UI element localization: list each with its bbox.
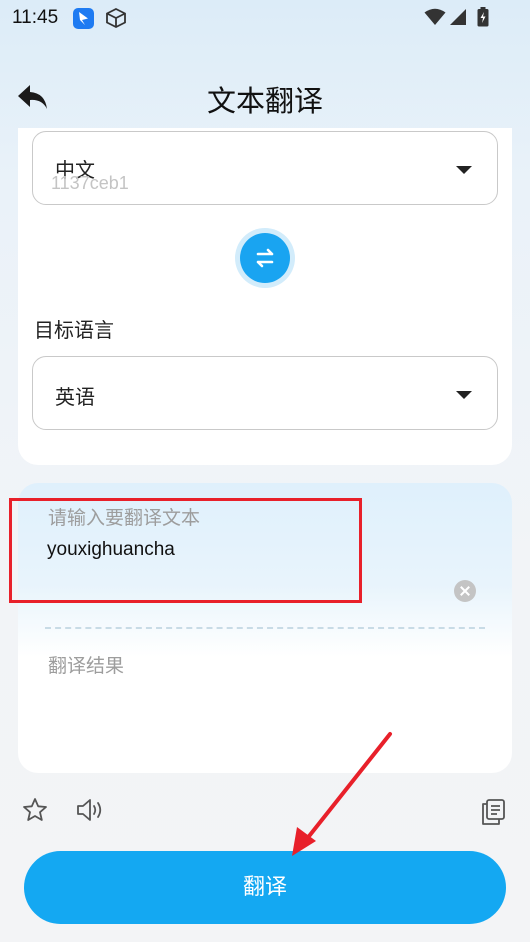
wifi-icon xyxy=(424,8,446,30)
target-language-label: 目标语言 xyxy=(34,318,114,342)
clear-input-button[interactable] xyxy=(454,580,476,602)
translation-panel: 请输入要翻译文本 youxighuancha 翻译结果 xyxy=(18,483,512,773)
translate-button[interactable]: 翻译 xyxy=(24,851,506,924)
language-panel: 中文 1137ceb1 目标语言 英语 xyxy=(18,128,512,465)
box-icon xyxy=(105,7,127,33)
page-title: 文本翻译 xyxy=(206,84,323,118)
status-time: 11:45 xyxy=(12,7,59,28)
source-language-select[interactable]: 中文 1137ceb1 xyxy=(32,131,498,205)
target-language-select[interactable]: 英语 xyxy=(32,356,498,430)
copy-icon[interactable] xyxy=(480,798,506,830)
translation-result: 翻译结果 xyxy=(48,655,125,677)
chevron-down-icon xyxy=(456,166,472,174)
target-language-value: 英语 xyxy=(55,385,95,409)
signal-icon xyxy=(449,8,467,30)
star-icon[interactable] xyxy=(22,797,48,827)
back-arrow-icon[interactable] xyxy=(16,80,50,114)
speaker-icon[interactable] xyxy=(76,797,106,827)
swap-arrows-icon xyxy=(240,233,290,283)
swap-language-button[interactable] xyxy=(235,228,295,288)
watermark-text: 1137ceb1 xyxy=(51,173,129,193)
chevron-down-icon xyxy=(456,391,472,399)
app-notification-icon xyxy=(73,8,94,29)
battery-icon xyxy=(477,7,489,31)
divider xyxy=(45,627,485,629)
status-bar: 11:45 xyxy=(0,0,530,38)
source-text-value: youxighuancha xyxy=(47,539,175,560)
